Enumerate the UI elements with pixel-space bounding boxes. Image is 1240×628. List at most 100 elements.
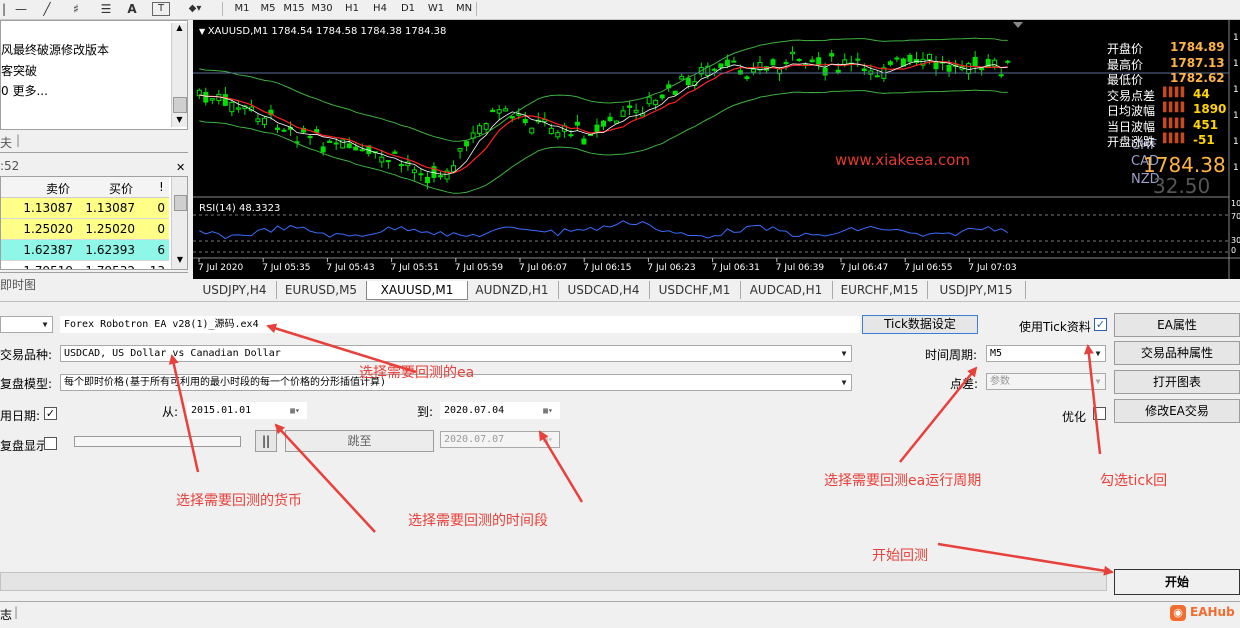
- period-label: 时间周期:: [925, 348, 978, 362]
- spread-value: 13: [141, 264, 165, 269]
- market-watch-row[interactable]: 1.13087 1.13087 0: [1, 198, 169, 219]
- candle-body: [933, 60, 939, 70]
- use-date-label: 用日期:: [0, 409, 41, 423]
- from-date-input[interactable]: 2015.01.01 ▦▾: [187, 402, 307, 419]
- time-label: 7 Jul 06:15: [583, 263, 631, 273]
- ea-type-select[interactable]: ▼: [0, 316, 53, 333]
- price-chart[interactable]: 7 Jul 2020 7 Jul 05:35 7 Jul 05:43 7 Jul 05…: [193, 20, 1240, 279]
- use-tick-checkbox[interactable]: ✓: [1094, 318, 1107, 331]
- timeframe-button[interactable]: M30: [310, 1, 334, 17]
- vertical-line-icon[interactable]: |: [0, 1, 8, 17]
- fibonacci-icon[interactable]: ♯: [66, 1, 86, 17]
- market-watch-row[interactable]: 1.795191.79532 13: [1, 261, 169, 269]
- column-header-bid[interactable]: 卖价: [46, 180, 70, 197]
- timeframe-button[interactable]: M1: [230, 1, 254, 17]
- period-select[interactable]: M5 ▼: [986, 345, 1106, 362]
- skip-date-input[interactable]: 2020.07.07 ▦▾: [440, 431, 560, 448]
- timeframe-button[interactable]: W1: [424, 1, 448, 17]
- horizontal-line-icon[interactable]: —: [12, 1, 30, 17]
- scroll-thumb[interactable]: [174, 195, 187, 211]
- tab-chart[interactable]: 即时图: [0, 276, 36, 293]
- annotation-ea-period: 选择需要回测ea运行周期: [824, 473, 982, 489]
- time-label: 7 Jul 05:59: [455, 263, 504, 273]
- open-chart-button[interactable]: 打开图表: [1114, 370, 1240, 394]
- ea-select[interactable]: Forex Robotron EA v28(1)_源码.ex4: [60, 316, 860, 333]
- left-tab[interactable]: 夫: [0, 134, 12, 151]
- chart-tab[interactable]: USDJPY,H4: [193, 281, 277, 299]
- market-watch-header: [0, 153, 188, 159]
- chart-tab[interactable]: USDJPY,M15: [927, 281, 1026, 299]
- candle-body: [209, 98, 215, 101]
- ea-properties-button[interactable]: EA属性: [1114, 313, 1240, 337]
- chart-tab[interactable]: AUDNZD,H1: [466, 281, 559, 299]
- timeframe-button[interactable]: D1: [396, 1, 420, 17]
- symbol-select[interactable]: USDCAD, US Dollar vs Canadian Dollar ▼: [60, 345, 852, 362]
- symbol-properties-button[interactable]: 交易品种属性: [1114, 341, 1240, 365]
- spread-select[interactable]: 参数 ▼: [986, 373, 1106, 390]
- shift-marker-icon[interactable]: [1013, 22, 1023, 28]
- tab-journal[interactable]: 志: [0, 606, 12, 623]
- timeframe-button[interactable]: M5: [256, 1, 280, 17]
- timeframe-button[interactable]: H4: [368, 1, 392, 17]
- scroll-down-icon[interactable]: ▼: [172, 115, 187, 124]
- candle-body: [548, 127, 554, 135]
- spread-value: 0: [157, 222, 165, 236]
- market-watch-row[interactable]: 1.62387 1.62393 6: [1, 240, 169, 261]
- market-watch-row[interactable]: 1.25020 1.25020 0: [1, 219, 169, 240]
- chart-tab[interactable]: XAUUSD,M1: [366, 281, 468, 300]
- text-label-icon[interactable]: T: [152, 2, 170, 16]
- news-item[interactable]: 0 更多...: [1, 82, 48, 99]
- skip-to-button[interactable]: 跳至: [285, 430, 434, 452]
- column-header-ask[interactable]: 买价: [109, 180, 133, 197]
- tab-divider: |: [16, 133, 21, 147]
- bid-price: 1.79519: [11, 264, 73, 269]
- arrow-shapes-icon[interactable]: ◆▾: [180, 1, 210, 17]
- speed-slider[interactable]: [74, 436, 241, 447]
- pause-button[interactable]: ||: [255, 430, 277, 452]
- tick-settings-button[interactable]: Tick数据设定: [862, 315, 978, 334]
- optimize-checkbox[interactable]: [1093, 407, 1106, 420]
- start-button[interactable]: 开始: [1114, 569, 1240, 595]
- watermark: www.xiakeea.com: [835, 151, 971, 169]
- chart-tab[interactable]: USDCAD,H4: [558, 281, 650, 299]
- candle-body: [275, 127, 280, 130]
- time-label: 7 Jul 05:51: [391, 263, 439, 273]
- time-label: 7 Jul 06:55: [904, 263, 952, 273]
- scroll-down-icon[interactable]: ▼: [173, 255, 187, 264]
- candle-body: [581, 138, 587, 145]
- timeframe-button[interactable]: MN: [452, 1, 476, 17]
- separator: [476, 2, 477, 16]
- candle-body: [653, 99, 659, 106]
- timeframe-button[interactable]: M15: [282, 1, 306, 17]
- text-icon[interactable]: A: [124, 1, 140, 17]
- news-item[interactable]: 风最终破源修改版本: [1, 41, 109, 58]
- scrollbar[interactable]: ▼: [171, 177, 187, 269]
- chart-tab[interactable]: EURCHF,M15: [832, 281, 928, 299]
- to-date-input[interactable]: 2020.07.04 ▦▾: [440, 402, 560, 419]
- scroll-thumb[interactable]: [173, 97, 187, 113]
- chart-tab[interactable]: EURUSD,M5: [276, 281, 367, 299]
- modify-ea-button[interactable]: 修改EA交易: [1114, 399, 1240, 423]
- price-tick-label: 1: [1233, 163, 1239, 173]
- candle-body: [685, 78, 691, 86]
- fibonacci-fan-icon[interactable]: ☰: [96, 1, 116, 17]
- trendline-icon[interactable]: ╱: [38, 1, 56, 17]
- pause-icon: ||: [261, 434, 271, 448]
- chart-tab[interactable]: USDCHF,M1: [649, 281, 741, 299]
- scroll-up-icon[interactable]: ▲: [172, 23, 187, 32]
- visual-mode-label: 复盘显示: [0, 439, 49, 453]
- divider: [0, 301, 1240, 302]
- visual-mode-checkbox[interactable]: [44, 437, 57, 450]
- scrollbar[interactable]: ▲ ▼: [171, 23, 187, 127]
- info-value: -51: [1193, 133, 1215, 147]
- candle-body: [894, 57, 900, 60]
- news-item[interactable]: 客突破: [1, 62, 37, 79]
- use-date-checkbox[interactable]: ✓: [44, 407, 57, 420]
- chart-tab[interactable]: AUDCAD,H1: [740, 281, 833, 299]
- timeframe-button[interactable]: H1: [340, 1, 364, 17]
- candle-body: [203, 91, 209, 103]
- from-label: 从:: [162, 405, 179, 419]
- candle-body: [555, 132, 561, 138]
- close-icon[interactable]: ✕: [176, 162, 185, 174]
- column-header-spread[interactable]: !: [159, 180, 164, 194]
